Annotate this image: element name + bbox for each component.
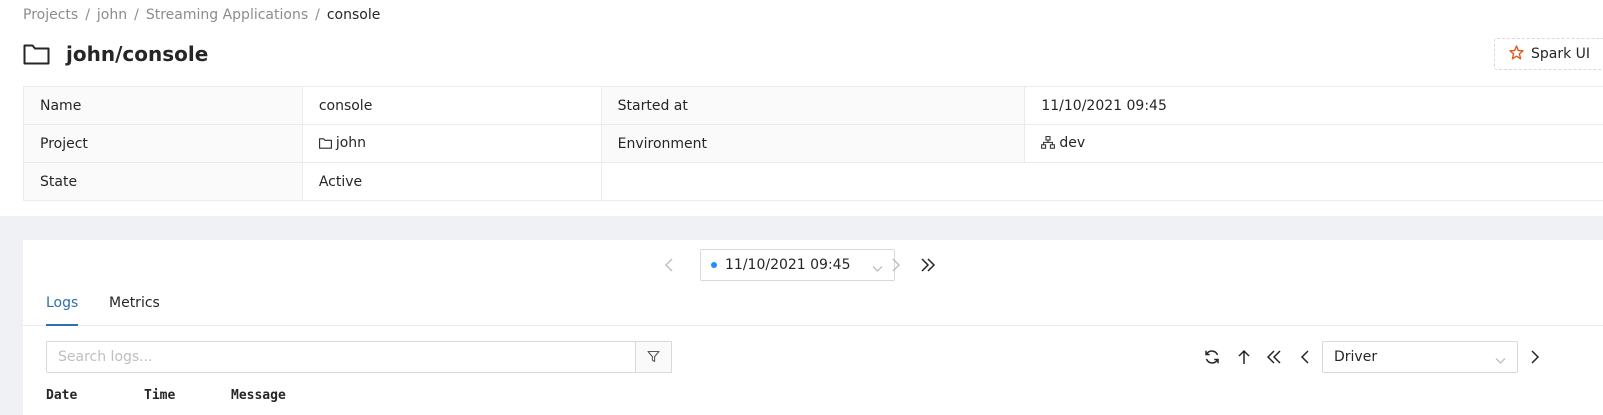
- refresh-icon[interactable]: [1204, 349, 1220, 369]
- cluster-icon: [1041, 135, 1056, 153]
- environment-value: dev: [1059, 134, 1086, 151]
- latest-run-double-chevron-right-icon[interactable]: [920, 257, 936, 277]
- breadcrumb-separator: /: [315, 7, 320, 23]
- column-message: Message: [231, 388, 286, 403]
- folder-icon: [318, 137, 332, 153]
- tab-metrics[interactable]: Metrics: [109, 295, 160, 311]
- chevron-down-icon: [872, 261, 883, 277]
- breadcrumb-separator: /: [134, 7, 139, 23]
- started-at-label: Started at: [600, 86, 1026, 125]
- project-link[interactable]: john: [336, 135, 366, 151]
- folder-icon: [23, 43, 50, 65]
- details-row-project: Project john Environment dev: [23, 124, 1603, 163]
- state-value: Active: [301, 162, 602, 201]
- breadcrumb: Projects / john / Streaming Applications / con…: [23, 7, 380, 23]
- details-row-state: State Active: [23, 162, 1603, 201]
- application-details-table: Name console Started at 11/10/2021 09:45…: [23, 86, 1603, 201]
- project-value-cell: john: [301, 124, 602, 163]
- details-row-name: Name console Started at 11/10/2021 09:45: [23, 86, 1603, 125]
- empty-cell: [600, 162, 1603, 201]
- name-value: console: [301, 86, 602, 125]
- breadcrumb-john[interactable]: john: [97, 7, 127, 23]
- column-time: Time: [144, 388, 176, 403]
- breadcrumb-projects[interactable]: Projects: [23, 7, 78, 23]
- spark-ui-button[interactable]: Spark UI: [1494, 38, 1603, 70]
- project-label: Project: [23, 124, 303, 163]
- breadcrumb-current: console: [326, 7, 381, 23]
- logs-panel: 11/10/2021 09:45 Logs Metrics Search log…: [23, 240, 1603, 415]
- column-date: Date: [46, 388, 78, 403]
- breadcrumb-streaming-applications[interactable]: Streaming Applications: [146, 7, 308, 23]
- scroll-top-arrow-up-icon[interactable]: [1236, 349, 1252, 369]
- previous-page-chevron-left-icon[interactable]: [1300, 349, 1310, 369]
- run-navigation: 11/10/2021 09:45: [23, 249, 1603, 281]
- page-title: john/console: [66, 42, 209, 66]
- name-label: Name: [23, 86, 303, 125]
- tab-bar: Logs Metrics: [23, 290, 1603, 326]
- environment-value-cell: dev: [1024, 124, 1603, 163]
- run-date-value: 11/10/2021 09:45: [725, 257, 851, 273]
- first-page-double-chevron-left-icon[interactable]: [1266, 349, 1282, 369]
- next-run-chevron-right-icon[interactable]: [891, 257, 901, 277]
- started-at-value: 11/10/2021 09:45: [1024, 86, 1603, 125]
- state-label: State: [23, 162, 303, 201]
- log-source-select[interactable]: Driver: [1322, 341, 1518, 373]
- spark-ui-label: Spark UI: [1531, 46, 1591, 62]
- tab-logs[interactable]: Logs: [46, 295, 78, 311]
- run-date-select[interactable]: 11/10/2021 09:45: [700, 249, 895, 281]
- next-page-chevron-right-icon[interactable]: [1530, 349, 1540, 369]
- filter-button[interactable]: [635, 341, 672, 373]
- active-tab-indicator: [46, 324, 78, 326]
- breadcrumb-separator: /: [85, 7, 90, 23]
- page-header: john/console: [23, 40, 208, 68]
- previous-run-chevron-left-icon[interactable]: [664, 257, 674, 277]
- spark-icon: [1509, 44, 1531, 64]
- chevron-down-icon: [1495, 353, 1506, 369]
- log-source-value: Driver: [1334, 349, 1378, 365]
- search-logs-input[interactable]: [46, 341, 636, 373]
- filter-icon: [647, 348, 660, 367]
- environment-label: Environment: [600, 124, 1026, 163]
- run-status-dot: [711, 262, 717, 268]
